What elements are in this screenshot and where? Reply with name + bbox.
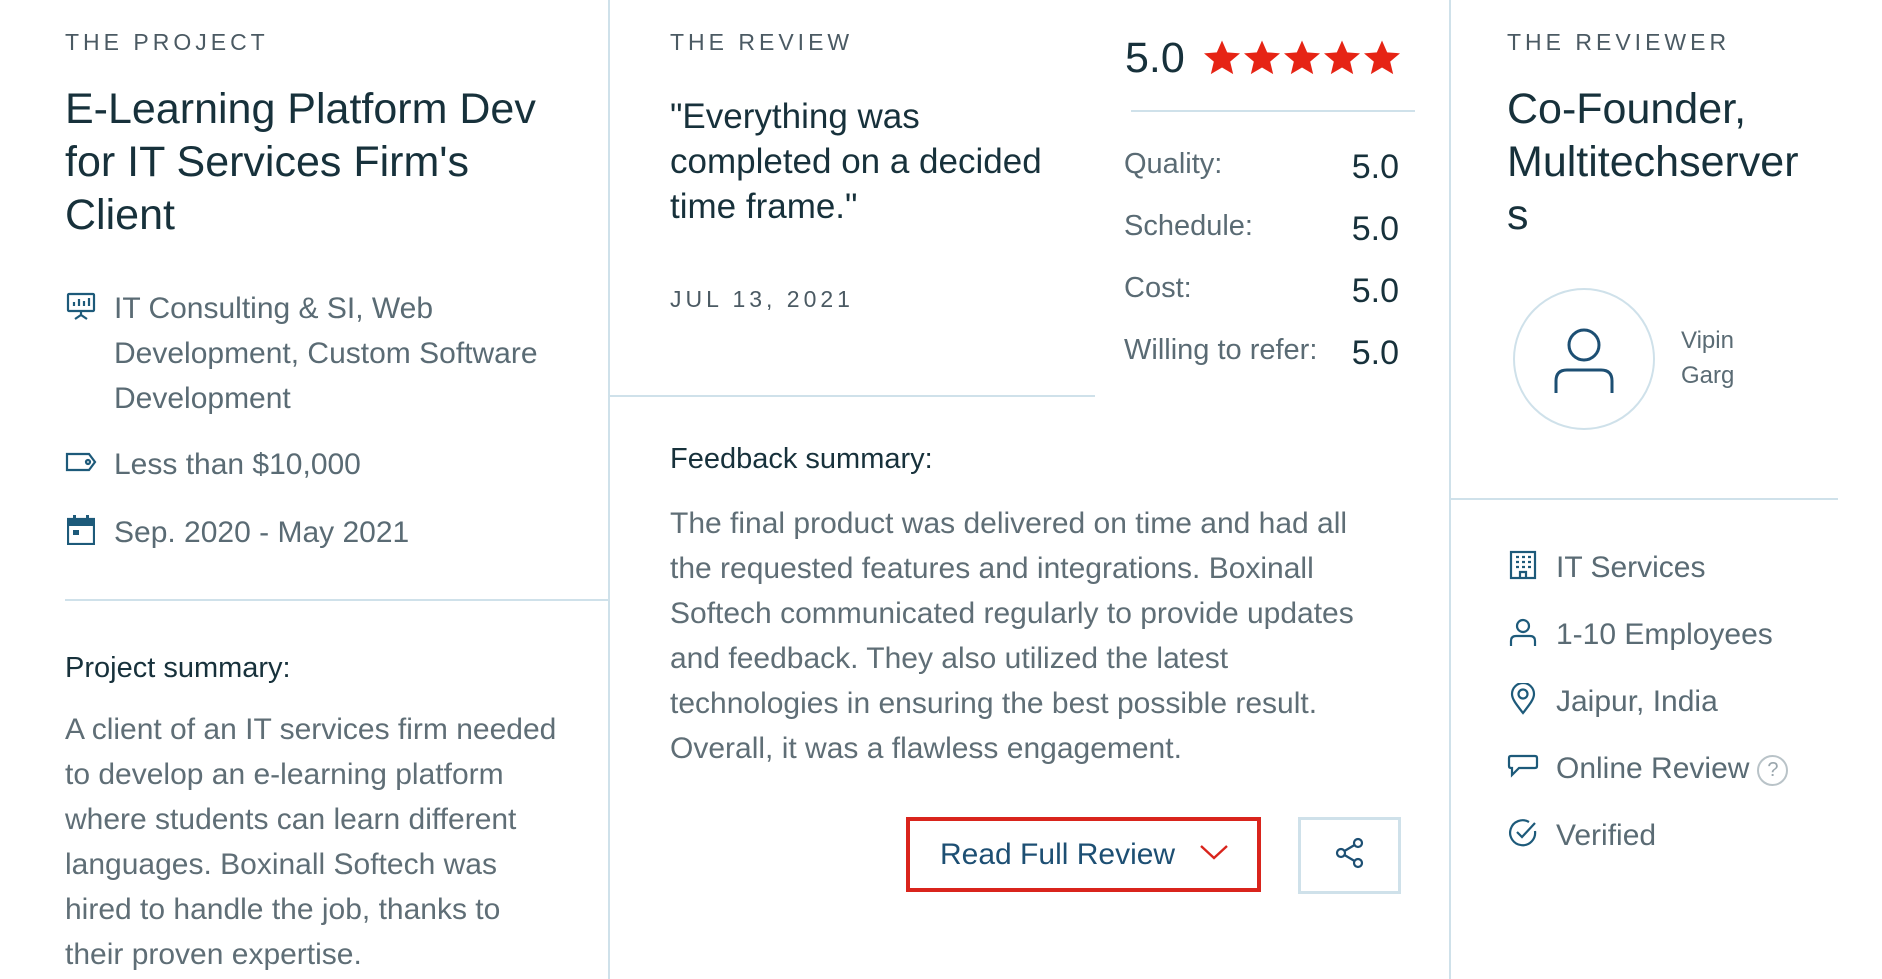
review-eyebrow: THE REVIEW (670, 29, 854, 55)
rating-value: 5.0 (1351, 334, 1399, 372)
check-circle-icon (1507, 817, 1539, 849)
avatar (1513, 288, 1655, 430)
project-title-line: E-Learning Platform Dev (65, 85, 536, 133)
feedback-line: Softech communicated regularly to provid… (670, 597, 1354, 630)
building-icon (1507, 549, 1539, 581)
person-icon (1507, 616, 1539, 648)
project-title-line: Client (65, 191, 175, 239)
star-icon (1324, 40, 1360, 75)
project-services: IT Consulting & SI, Web Development, Cus… (65, 286, 538, 421)
chevron-down-icon (1199, 843, 1229, 866)
presentation-icon (65, 290, 97, 322)
project-summary: A client of an IT services firm needed t… (65, 707, 556, 977)
reviewer-title-line: s (1507, 191, 1529, 239)
rating-label: Schedule: (1124, 210, 1253, 242)
review-divider (610, 395, 1095, 397)
summary-line: hired to handle the job, thanks to (65, 893, 501, 926)
location-pin-icon (1507, 683, 1539, 715)
rating-label: Willing to refer: (1124, 334, 1318, 366)
read-full-review-button[interactable]: Read Full Review (906, 817, 1261, 892)
feedback-summary-heading: Feedback summary: (670, 443, 933, 475)
summary-line: A client of an IT services firm needed (65, 713, 557, 746)
project-budget-text: Less than $10,000 (114, 448, 361, 481)
person-icon (1554, 328, 1614, 393)
star-rating (1202, 38, 1402, 78)
project-dates: Sep. 2020 - May 2021 (65, 510, 409, 555)
read-full-review-label: Read Full Review (940, 837, 1176, 871)
reviewer-location: Jaipur, India (1507, 679, 1718, 724)
project-services-text: IT Consulting & SI, Web Development, Cus… (114, 286, 538, 421)
services-line: Development (114, 382, 291, 415)
project-dates-text: Sep. 2020 - May 2021 (114, 516, 410, 549)
reviewer-review-source: Online Review? (1507, 746, 1789, 791)
feedback-line: The final product was delivered on time … (670, 507, 1348, 540)
reviewer-location-text: Jaipur, India (1556, 685, 1718, 718)
feedback-summary: The final product was delivered on time … (670, 501, 1354, 771)
rating-schedule: Schedule: 5.0 (1124, 210, 1399, 249)
feedback-line: the requested features and integrations.… (670, 552, 1314, 585)
rating-value: 5.0 (1351, 148, 1399, 186)
chat-bubble-icon (1507, 750, 1539, 782)
rating-label: Cost: (1124, 272, 1192, 304)
column-divider-right (1449, 0, 1451, 979)
rating-value: 5.0 (1351, 272, 1399, 310)
reviewer-divider (1451, 498, 1838, 500)
reviewer-title: Co-Founder, Multitechserver s (1507, 83, 1799, 242)
reviewer-employees: 1-10 Employees (1507, 612, 1773, 657)
reviewer-industry: IT Services (1507, 545, 1706, 590)
star-icon (1244, 40, 1280, 75)
calendar-icon (65, 514, 97, 546)
reviewer-review-source-text: Online Review? (1556, 746, 1789, 791)
price-tag-icon (65, 446, 97, 478)
feedback-line: Overall, it was a flawless engagement. (670, 732, 1182, 765)
rating-divider (1131, 110, 1415, 112)
review-quote: "Everything was completed on a decided t… (670, 94, 1042, 229)
summary-line: their proven expertise. (65, 938, 362, 971)
star-icon (1364, 40, 1400, 75)
overall-score: 5.0 (1125, 34, 1185, 82)
project-divider (65, 599, 608, 601)
reviewer-eyebrow: THE REVIEWER (1507, 29, 1731, 55)
services-line: Development, Custom Software (114, 337, 538, 370)
summary-line: languages. Boxinall Softech was (65, 848, 497, 881)
reviewer-name: Vipin Garg (1681, 323, 1734, 393)
project-eyebrow: THE PROJECT (65, 29, 269, 55)
column-divider-left (608, 0, 610, 979)
summary-line: where students can learn different (65, 803, 517, 836)
reviewer-last-name: Garg (1681, 362, 1735, 389)
rating-value: 5.0 (1351, 210, 1399, 248)
reviewer-employees-text: 1-10 Employees (1556, 618, 1773, 651)
reviewer-title-line: Multitechserver (1507, 138, 1799, 186)
star-icon (1204, 40, 1240, 75)
share-button[interactable] (1298, 817, 1401, 894)
project-summary-heading: Project summary: (65, 652, 291, 684)
feedback-line: and feedback. They also utilized the lat… (670, 642, 1229, 675)
quote-line: time frame." (670, 187, 858, 226)
rating-cost: Cost: 5.0 (1124, 272, 1399, 311)
services-line: IT Consulting & SI, Web (114, 292, 434, 325)
feedback-line: technologies in ensuring the best possib… (670, 687, 1318, 720)
rating-label: Quality: (1124, 148, 1223, 180)
rating-willing-to-refer: Willing to refer: 5.0 (1124, 334, 1399, 373)
reviewer-verified-text: Verified (1556, 819, 1657, 852)
quote-line: "Everything was (670, 97, 920, 136)
project-title: E-Learning Platform Dev for IT Services … (65, 83, 536, 242)
star-icon (1284, 40, 1320, 75)
reviewer-verified: Verified (1507, 813, 1656, 858)
quote-line: completed on a decided (670, 142, 1042, 181)
share-icon (1333, 836, 1367, 875)
project-title-line: for IT Services Firm's (65, 138, 470, 186)
summary-line: to develop an e-learning platform (65, 758, 504, 791)
review-date: JUL 13, 2021 (670, 286, 854, 312)
rating-quality: Quality: 5.0 (1124, 148, 1399, 187)
help-icon[interactable]: ? (1757, 754, 1789, 786)
reviewer-first-name: Vipin (1681, 327, 1734, 354)
online-review-label: Online Review (1556, 752, 1750, 785)
project-budget: Less than $10,000 (65, 442, 361, 487)
reviewer-title-line: Co-Founder, (1507, 85, 1747, 133)
reviewer-industry-text: IT Services (1556, 551, 1706, 584)
